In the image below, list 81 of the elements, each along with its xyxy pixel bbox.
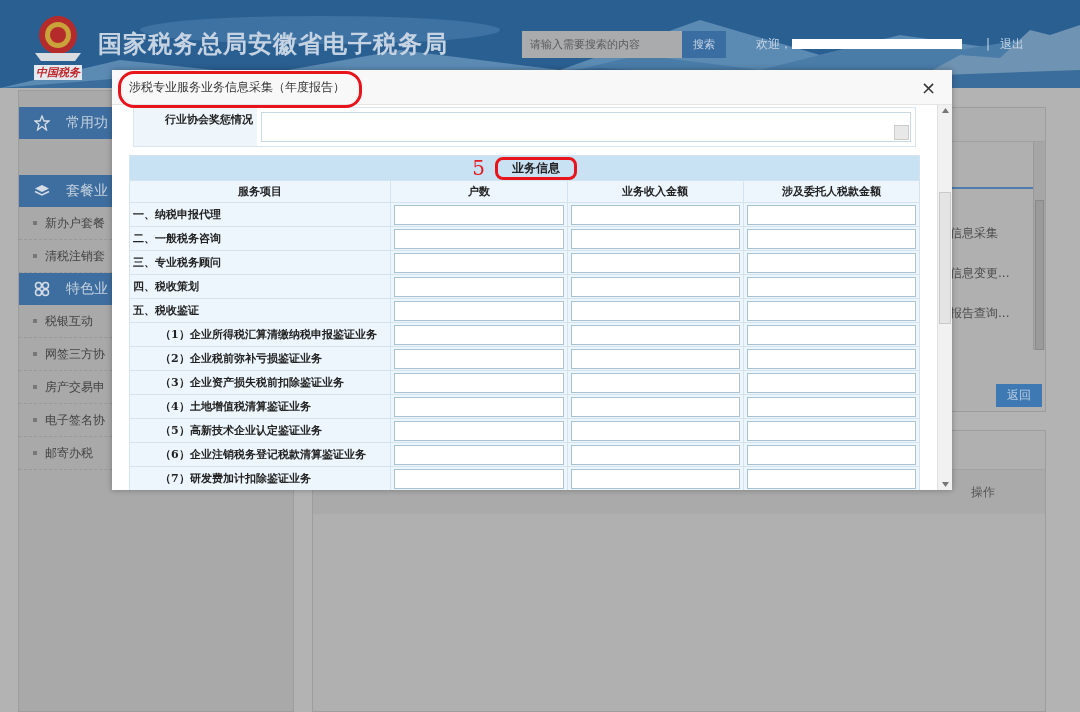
search-field[interactable]: 请输入需要搜索的内容 bbox=[522, 30, 682, 58]
row-label: （2）企业税前弥补亏损鉴证业务 bbox=[129, 346, 391, 371]
input-field[interactable] bbox=[394, 324, 564, 345]
item-label: 税银互动 bbox=[45, 312, 93, 330]
item-label: 网签三方协 bbox=[45, 345, 105, 363]
scrollbar[interactable] bbox=[1033, 142, 1045, 351]
input-field[interactable] bbox=[570, 420, 740, 441]
row-label: 三、专业税务顾问 bbox=[129, 250, 391, 275]
row-label: 五、税收鉴证 bbox=[129, 298, 391, 323]
input-field[interactable] bbox=[394, 468, 564, 489]
row-label: （1）企业所得税汇算清缴纳税申报鉴证业务 bbox=[129, 322, 391, 347]
input-field[interactable] bbox=[746, 300, 916, 321]
item-label: 新办户套餐 bbox=[45, 214, 105, 232]
input-field[interactable] bbox=[746, 276, 916, 297]
row-label: （5）高新技术企业认定鉴证业务 bbox=[129, 418, 391, 443]
row-label: （3）企业资产损失税前扣除鉴证业务 bbox=[129, 370, 391, 395]
grid-icon bbox=[34, 281, 50, 297]
input-field[interactable] bbox=[570, 372, 740, 393]
input-field[interactable] bbox=[394, 276, 564, 297]
input-field[interactable] bbox=[570, 468, 740, 489]
scroll-up-icon[interactable] bbox=[941, 108, 949, 113]
input-field[interactable] bbox=[746, 468, 916, 489]
back-button[interactable]: 返回 bbox=[996, 384, 1042, 408]
input-field[interactable] bbox=[746, 348, 916, 369]
input-field[interactable] bbox=[394, 372, 564, 393]
input-field[interactable] bbox=[394, 252, 564, 273]
welcome-text: 欢迎， bbox=[756, 35, 792, 53]
row-label: 四、税收策划 bbox=[129, 274, 391, 299]
layers-icon bbox=[34, 183, 50, 199]
column-header: 业务收入金额 bbox=[567, 180, 744, 203]
column-header: 户数 bbox=[391, 180, 568, 203]
input-field[interactable] bbox=[570, 252, 740, 273]
step-number: 5 bbox=[472, 156, 485, 180]
site-title: 国家税务总局安徽省电子税务局 bbox=[98, 29, 448, 60]
close-button[interactable]: × bbox=[916, 76, 940, 98]
input-field[interactable] bbox=[570, 300, 740, 321]
input-field[interactable] bbox=[746, 324, 916, 345]
scroll-down-icon[interactable] bbox=[941, 482, 949, 487]
dialog-title: 涉税专业服务业务信息采集（年度报告） bbox=[129, 78, 345, 96]
row-label: （4）土地增值税清算鉴证业务 bbox=[129, 394, 391, 419]
input-field[interactable] bbox=[746, 420, 916, 441]
item-label: 邮寄办税 bbox=[45, 444, 93, 462]
input-field[interactable] bbox=[570, 444, 740, 465]
input-field[interactable] bbox=[394, 204, 564, 225]
column-header: 服务项目 bbox=[129, 180, 391, 203]
input-field[interactable] bbox=[570, 348, 740, 369]
input-field[interactable] bbox=[570, 324, 740, 345]
input-field[interactable] bbox=[394, 420, 564, 441]
input-field[interactable] bbox=[570, 228, 740, 249]
field-label: 行业协会奖惩情况 bbox=[134, 108, 257, 146]
input-field[interactable] bbox=[570, 396, 740, 417]
row-label: 一、纳税申报代理 bbox=[129, 202, 391, 227]
input-field[interactable] bbox=[746, 228, 916, 249]
item-label: 房产交易申 bbox=[45, 378, 105, 396]
input-field[interactable] bbox=[570, 204, 740, 225]
row-label: 二、一般税务咨询 bbox=[129, 226, 391, 251]
input-field[interactable] bbox=[746, 252, 916, 273]
logout-link[interactable]: 退出 bbox=[1000, 35, 1025, 53]
row-label: （7）研发费加计扣除鉴证业务 bbox=[129, 466, 391, 490]
input-field[interactable] bbox=[394, 444, 564, 465]
input-field[interactable] bbox=[394, 396, 564, 417]
separator-text: | bbox=[986, 37, 991, 51]
input-field[interactable] bbox=[394, 300, 564, 321]
input-field[interactable] bbox=[394, 228, 564, 249]
column-header: 涉及委托人税款金额 bbox=[743, 180, 920, 203]
text-area[interactable] bbox=[261, 112, 911, 142]
input-field[interactable] bbox=[394, 348, 564, 369]
input-field[interactable] bbox=[746, 372, 916, 393]
input-field[interactable] bbox=[746, 444, 916, 465]
row-label: （6）企业注销税务登记税款清算鉴证业务 bbox=[129, 442, 391, 467]
section-title: 套餐业 bbox=[66, 182, 108, 200]
section-title: 特色业 bbox=[66, 280, 108, 298]
item-label: 电子签名协 bbox=[45, 411, 105, 429]
item-label: 清税注销套 bbox=[45, 247, 105, 265]
input-field[interactable] bbox=[570, 276, 740, 297]
input-field[interactable] bbox=[746, 396, 916, 417]
star-icon bbox=[34, 115, 50, 131]
section-title: 常用功 bbox=[66, 114, 108, 132]
column-header: 操作 bbox=[971, 483, 995, 501]
search-button[interactable]: 搜索 bbox=[682, 30, 726, 58]
input-field[interactable] bbox=[746, 204, 916, 225]
